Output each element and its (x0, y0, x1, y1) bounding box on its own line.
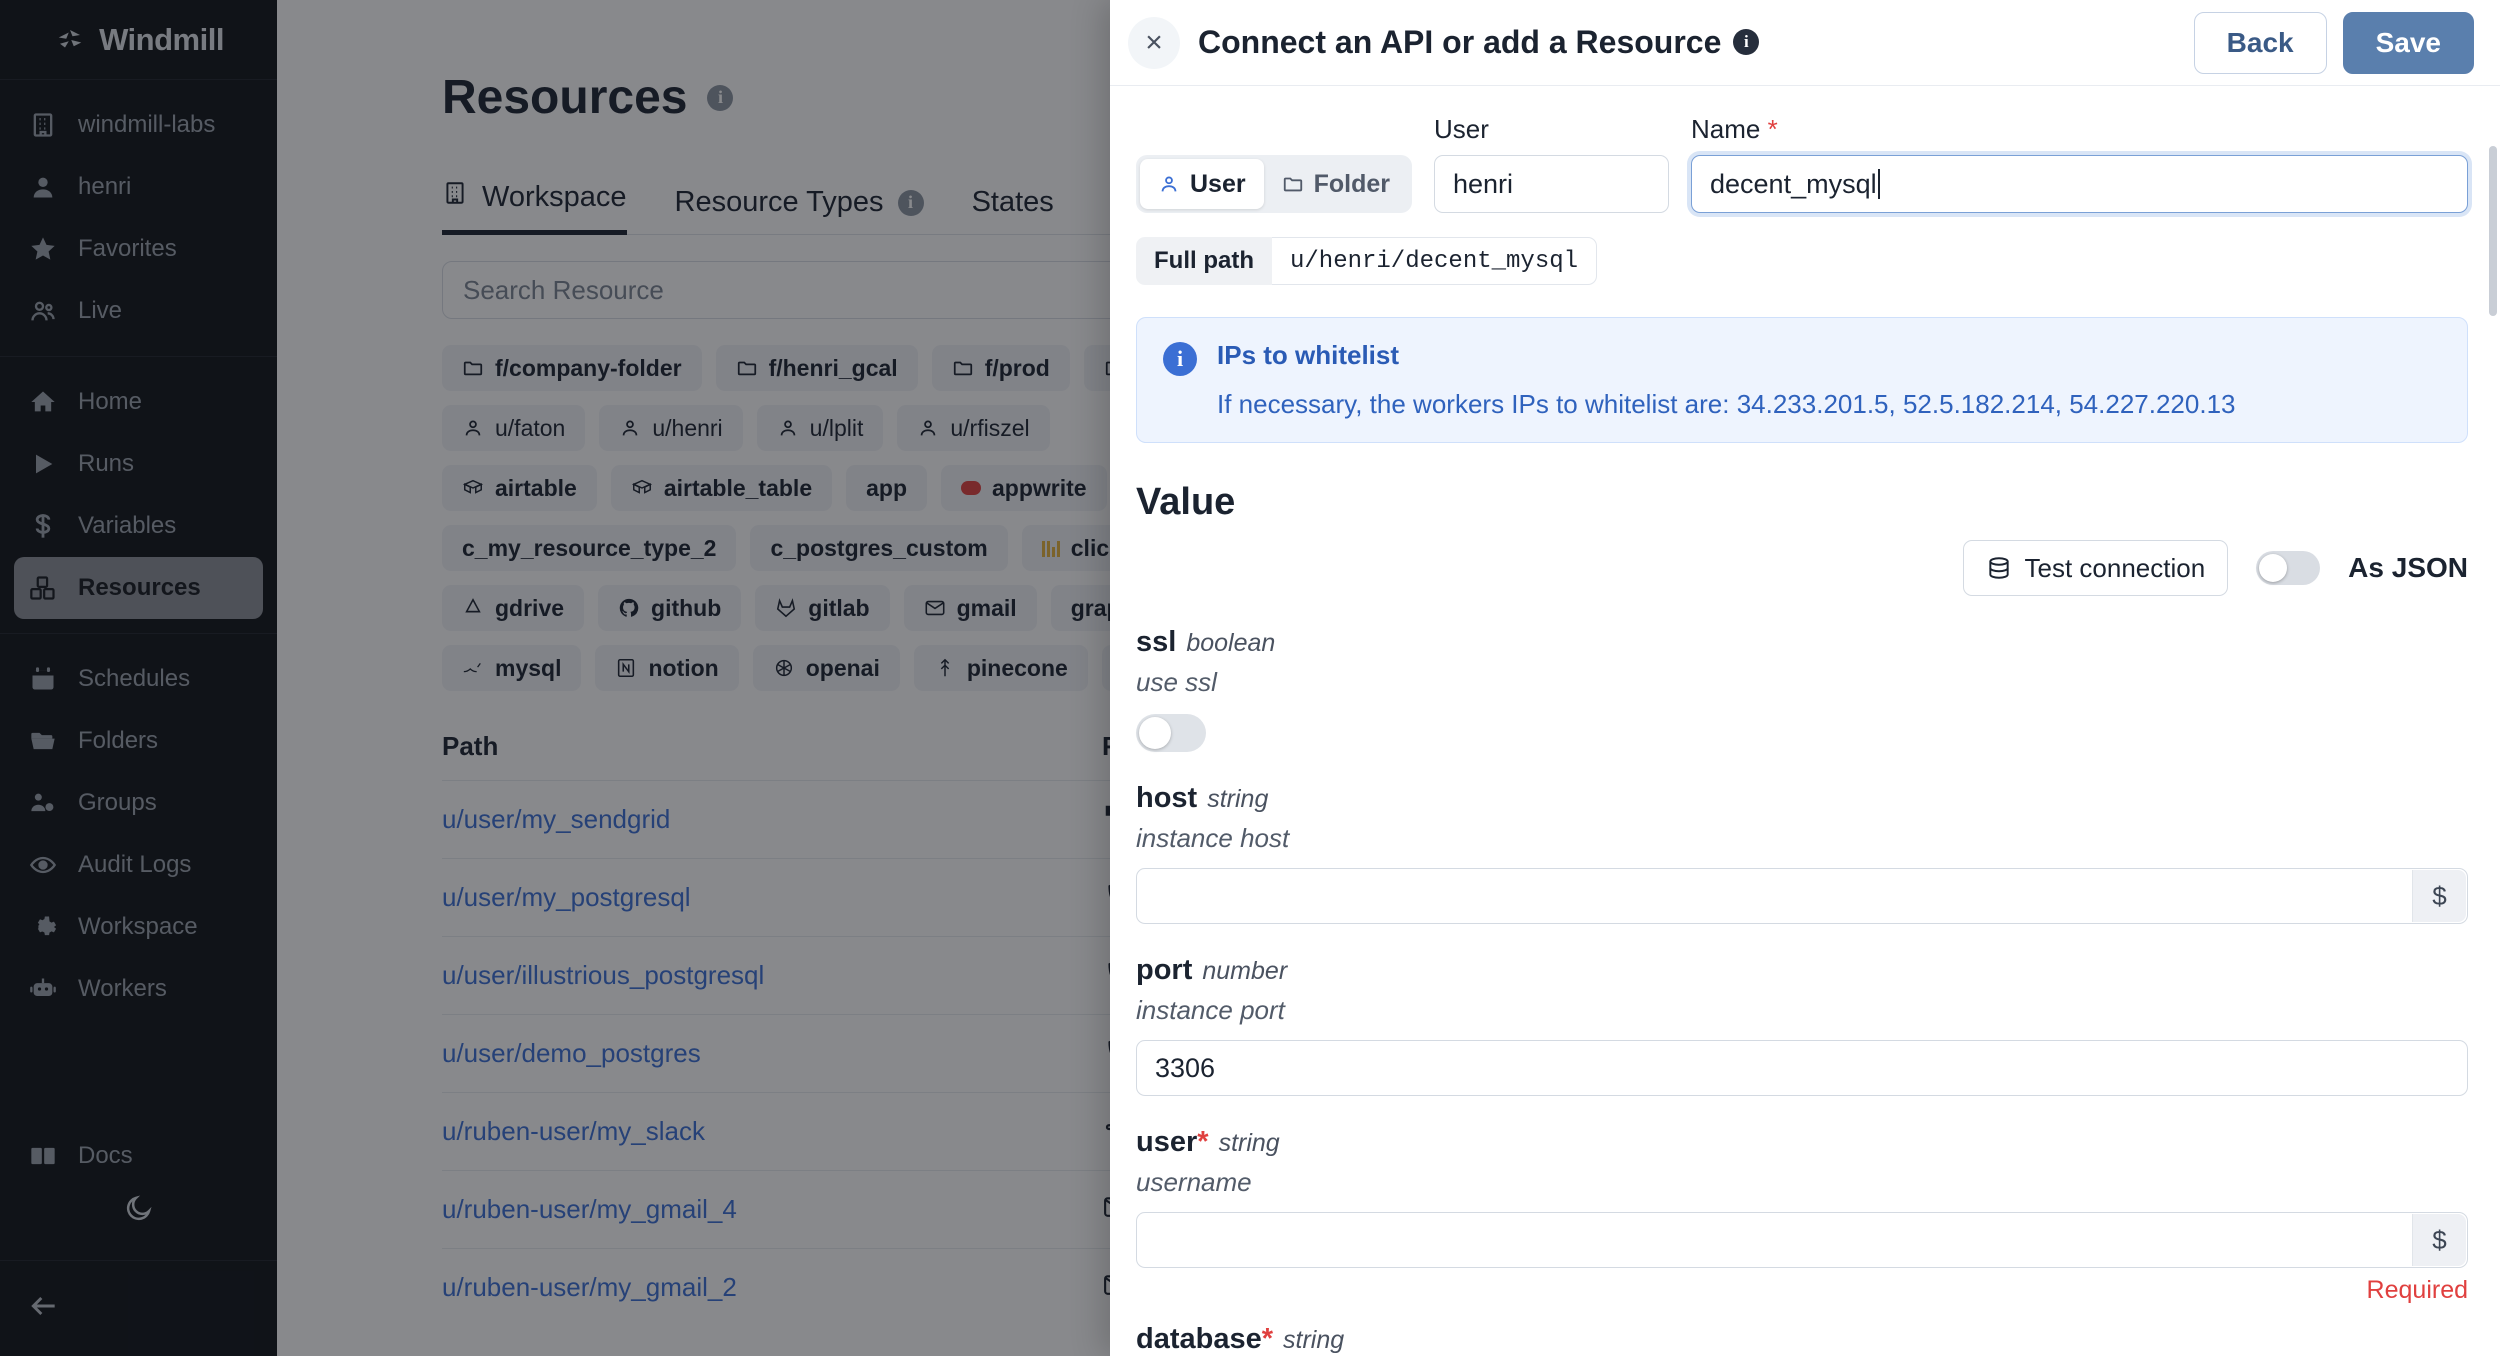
user-input-value: henri (1453, 168, 1514, 199)
property-name-text: database (1136, 1323, 1262, 1355)
property-name-text: user (1136, 1126, 1198, 1158)
property-name: ssl boolean (1136, 626, 2468, 659)
property-ssl: ssl boolean use ssl (1136, 626, 2468, 752)
port-input-value: 3306 (1155, 1052, 1216, 1083)
variable-picker-button[interactable]: $ (2412, 870, 2466, 922)
path-fields-row: User Folder User henri Name * decent_mys… (1136, 114, 2468, 213)
toggle-knob (1139, 717, 1171, 749)
property-type: boolean (1186, 629, 1276, 657)
property-name: host string (1136, 782, 2468, 815)
property-host: host string instance host $ (1136, 782, 2468, 924)
property-name: user* string (1136, 1126, 2468, 1159)
drawer-body: User Folder User henri Name * decent_mys… (1110, 86, 2500, 1356)
owner-kind-toggle: User Folder (1136, 155, 1412, 213)
name-input-value: decent_mysql (1710, 168, 1877, 199)
property-name-text: port (1136, 954, 1193, 986)
full-path-label: Full path (1136, 237, 1272, 285)
value-tools-row: Test connection As JSON (1136, 540, 2468, 596)
user-icon (1161, 176, 1177, 192)
test-connection-button[interactable]: Test connection (1962, 540, 2229, 596)
test-connection-label: Test connection (2024, 552, 2206, 583)
drawer-title: Connect an API or add a Resource i (1198, 24, 1760, 61)
as-json-toggle[interactable] (2256, 551, 2321, 585)
alert-text: If necessary, the workers IPs to whiteli… (1217, 389, 2236, 419)
toggle-knob (2259, 554, 2288, 582)
property-port: port number instance port 3306 (1136, 954, 2468, 1096)
property-description: instance host (1136, 823, 1290, 853)
back-button[interactable]: Back (2193, 11, 2327, 74)
user-value-input[interactable]: $ (1136, 1212, 2468, 1268)
variable-picker-button[interactable]: $ (2412, 1214, 2466, 1266)
owner-kind-user[interactable]: User (1140, 159, 1264, 209)
property-name: database* string (1136, 1323, 2468, 1356)
drawer-title-text: Connect an API or add a Resource (1198, 24, 1722, 60)
property-database: database*string database name (1136, 1323, 2468, 1356)
name-field-label-text: Name (1691, 114, 1761, 144)
drawer-scrollbar[interactable] (2489, 146, 2497, 316)
name-input[interactable]: decent_mysql (1691, 155, 2468, 213)
as-json-label: As JSON (2348, 552, 2468, 583)
property-type: number (1202, 957, 1288, 985)
save-button[interactable]: Save (2342, 11, 2474, 74)
property-description: username (1136, 1167, 1252, 1197)
property-type: string (1218, 1129, 1280, 1157)
user-field-label: User (1434, 114, 1489, 144)
database-icon (1988, 557, 2009, 579)
alert-body: IPs to whitelist If necessary, the worke… (1217, 340, 2236, 420)
name-field-label: Name * (1691, 114, 2468, 145)
property-description: instance port (1136, 995, 1285, 1025)
close-icon[interactable]: × (1128, 16, 1180, 69)
ips-whitelist-alert: i IPs to whitelist If necessary, the wor… (1136, 317, 2468, 443)
required-asterisk: * (1197, 1126, 1209, 1158)
property-name: port number (1136, 954, 2468, 987)
connect-api-drawer: × Connect an API or add a Resource i Back… (1110, 0, 2500, 1356)
full-path-row: Full path u/henri/decent_mysql (1136, 237, 2468, 285)
drawer-info-icon[interactable]: i (1733, 29, 1760, 55)
property-type: string (1283, 1326, 1345, 1354)
user-field-group: User henri (1434, 114, 1669, 213)
owner-kind-user-label: User (1190, 169, 1246, 198)
name-field-group: Name * decent_mysql (1691, 114, 2468, 213)
folder-icon (1283, 177, 1302, 192)
required-asterisk: * (1767, 114, 1778, 144)
owner-kind-folder[interactable]: Folder (1264, 159, 1408, 209)
alert-title: IPs to whitelist (1217, 340, 1400, 370)
property-description: use ssl (1136, 667, 1217, 697)
value-heading: Value (1136, 481, 1236, 523)
text-caret (1877, 169, 1880, 199)
info-icon: i (1163, 342, 1197, 376)
property-name-text: host (1136, 782, 1198, 814)
host-input[interactable]: $ (1136, 868, 2468, 924)
user-required-error: Required (2366, 1276, 2468, 1304)
property-type: string (1207, 785, 1269, 813)
owner-kind-folder-label: Folder (1313, 169, 1390, 198)
required-asterisk: * (1261, 1323, 1274, 1355)
ssl-toggle[interactable] (1136, 714, 1206, 752)
user-input[interactable]: henri (1434, 155, 1669, 213)
property-name-text: ssl (1136, 626, 1177, 658)
full-path-value: u/henri/decent_mysql (1271, 237, 1598, 285)
port-input[interactable]: 3306 (1136, 1040, 2468, 1096)
drawer-header: × Connect an API or add a Resource i Back… (1110, 0, 2500, 86)
property-user: user* string username $ Required (1136, 1126, 2468, 1305)
